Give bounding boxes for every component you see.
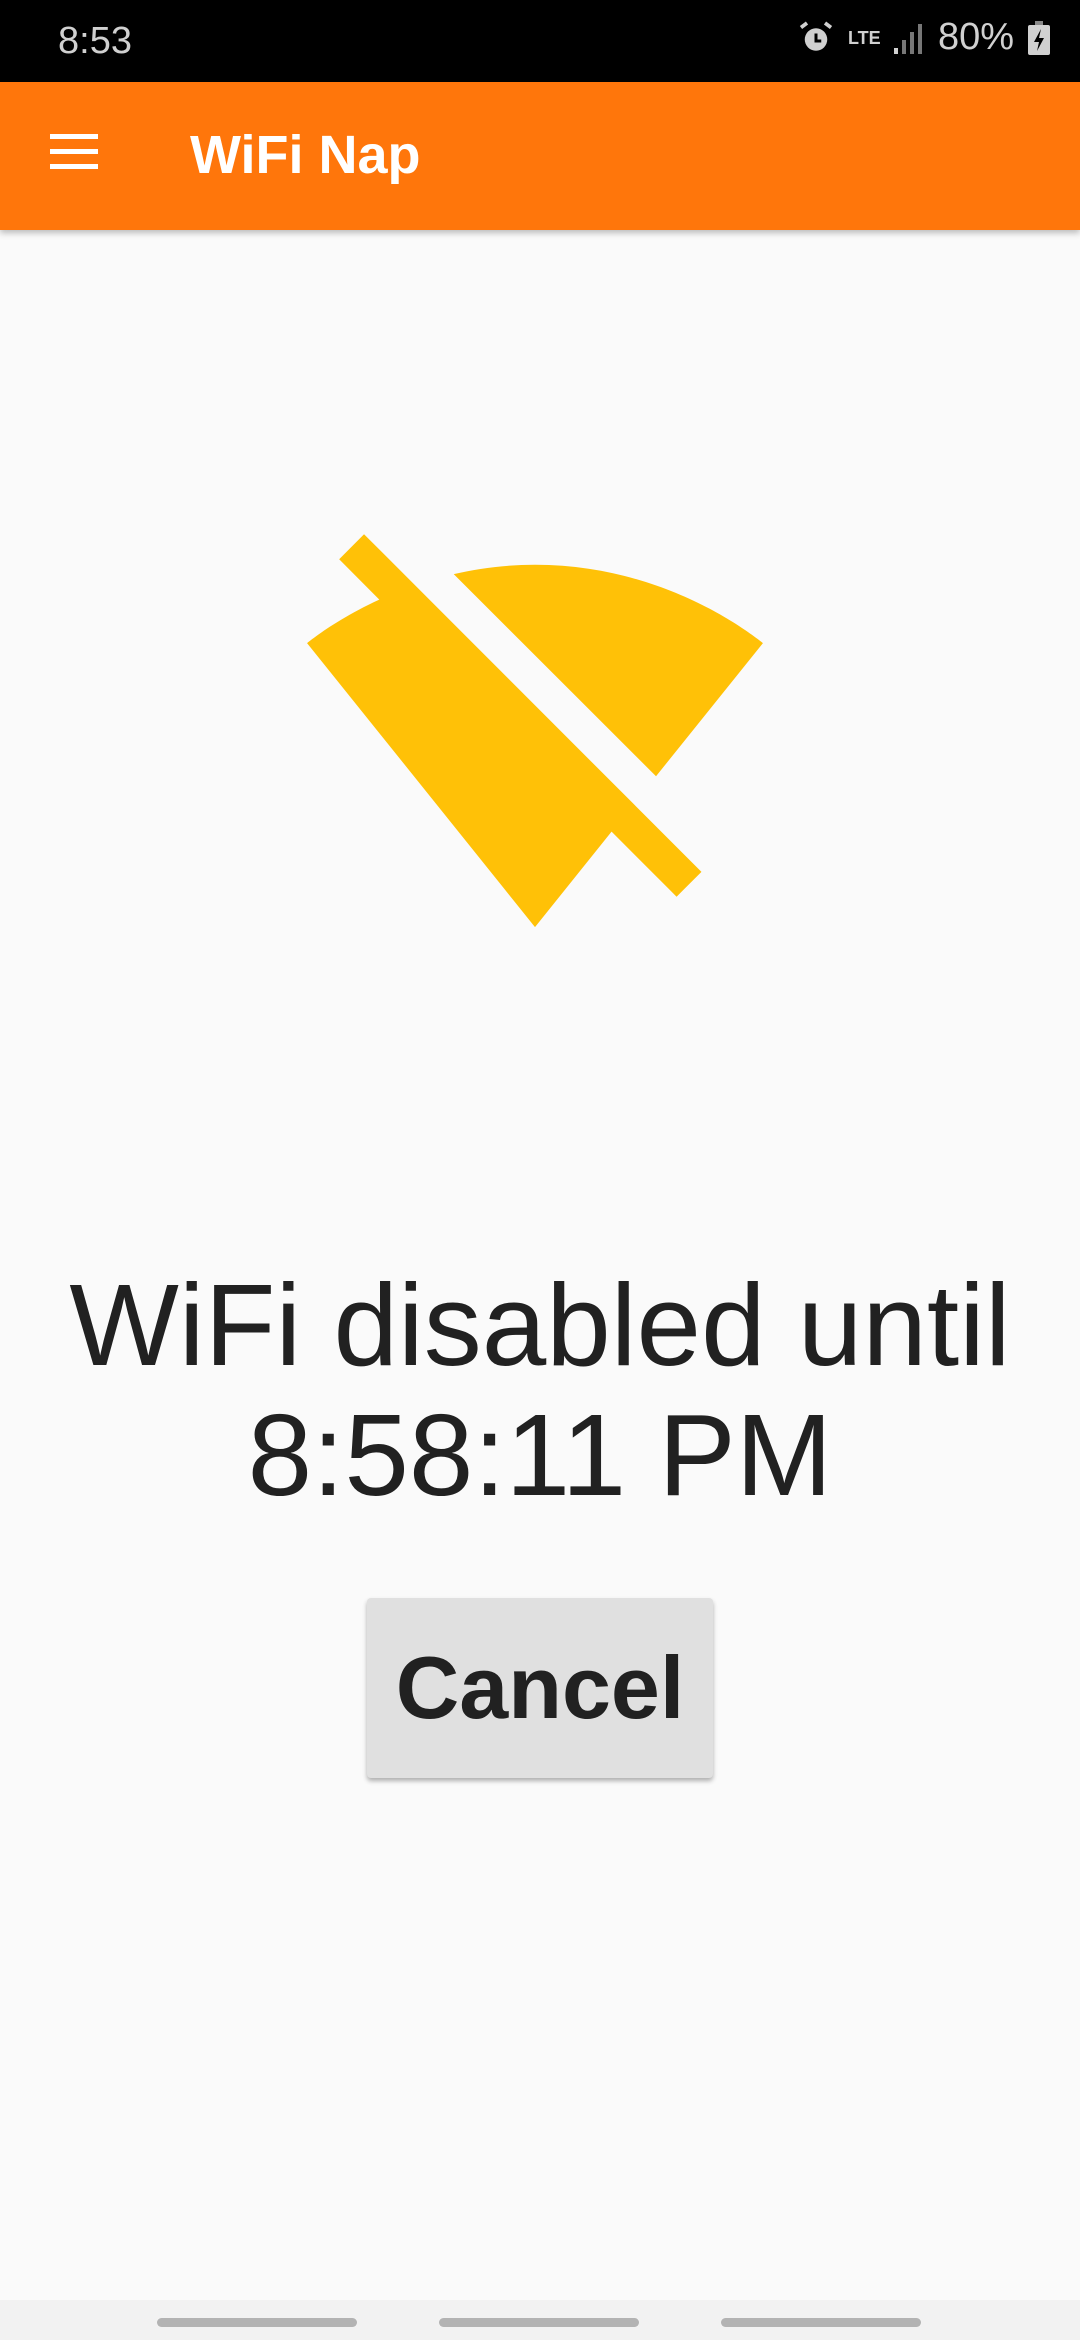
disabled-until-time: 8:58:11 PM xyxy=(247,1390,833,1520)
app-title: WiFi Nap xyxy=(190,125,421,185)
lte-icon: LTE xyxy=(847,27,881,48)
message-line-1: WiFi disabled until xyxy=(69,1260,1011,1390)
status-message: WiFi disabled until 8:58:11 PM xyxy=(0,1260,1080,1520)
battery-percent: 80% xyxy=(937,16,1014,58)
status-bar: 8:53 LTE 80% xyxy=(0,0,1080,82)
app-bar: WiFi Nap xyxy=(0,82,1080,230)
nav-handle-right[interactable] xyxy=(721,2318,921,2327)
signal-icon xyxy=(893,23,922,54)
status-time: 8:53 xyxy=(58,20,132,62)
gesture-nav-bar xyxy=(0,2300,1080,2340)
battery-charging-icon xyxy=(1028,20,1050,55)
nav-handle-left[interactable] xyxy=(157,2318,357,2327)
cancel-button[interactable]: Cancel xyxy=(367,1598,713,1778)
wifi-off-icon xyxy=(307,534,763,928)
nav-handle-center[interactable] xyxy=(439,2318,639,2327)
menu-icon[interactable] xyxy=(50,134,98,174)
alarm-icon xyxy=(799,21,833,51)
